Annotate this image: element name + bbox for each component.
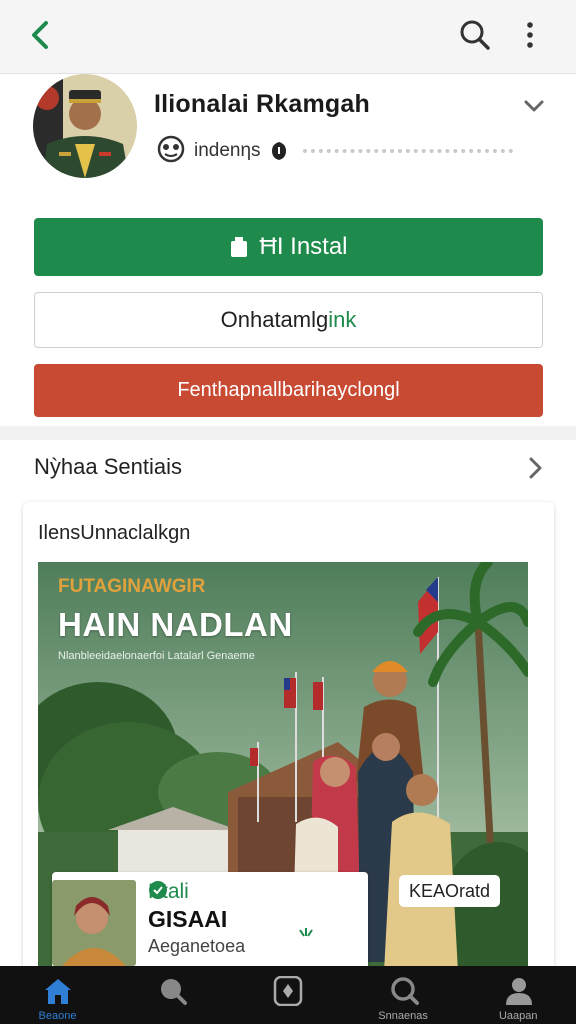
- nav-item-search[interactable]: [115, 966, 230, 1024]
- secondary-action-button[interactable]: Onhatamlg ink: [34, 292, 543, 348]
- overlay-title: GISAAI: [148, 906, 228, 932]
- banner-headline: HAIN NADLAN: [58, 606, 293, 643]
- featured-section: Nỳhaa Sentiais IlensUnnaclalkgn FUTAGINA…: [0, 440, 576, 972]
- banner-image[interactable]: FUTAGINAWGIR HAIN NADLAN Nlanbleeidaelon…: [38, 562, 528, 972]
- tertiary-action-label: Fenthapnallbarihayclongl: [177, 379, 400, 401]
- more-vertical-icon[interactable]: [518, 18, 542, 52]
- nav-label-profile: Uaapan: [498, 1010, 538, 1022]
- secondary-action-label-accent: ink: [328, 307, 357, 332]
- back-chevron-left-icon[interactable]: [26, 18, 56, 52]
- home-icon: [42, 976, 74, 1006]
- verified-check-icon: [149, 881, 215, 902]
- banner-subtitle: Nlanbleeidaelonaerfoi Latalarl Genaeme: [58, 650, 255, 662]
- overlay-info-card[interactable]: Ktali GISAAI Aeganetoea: [52, 872, 368, 972]
- app-profile-header: Ilionalai Rkamgah indenηs ĦI Instal Onha…: [0, 74, 576, 426]
- secondary-action-label: Onhatamlg: [220, 307, 329, 332]
- featured-card[interactable]: IlensUnnaclalkgn FUTAGINAWGIR HAIN NADLA…: [23, 502, 554, 972]
- avatar[interactable]: [33, 74, 137, 178]
- search-alt-icon: [388, 976, 420, 1006]
- overlay-thumbnail: [52, 880, 136, 966]
- section-heading[interactable]: Nỳhaa Sentiais: [34, 454, 182, 480]
- install-button[interactable]: ĦI Instal: [34, 218, 543, 276]
- shield-icon: [272, 975, 304, 1007]
- banner-kicker: FUTAGINAWGIR: [58, 576, 206, 597]
- nav-item-profile[interactable]: Uaapan: [461, 966, 576, 1024]
- app-title: Ilionalai Rkamgah: [154, 90, 370, 118]
- nav-label-home: Beaone: [38, 1010, 77, 1022]
- sparkle-icon: [296, 926, 318, 944]
- chevron-right-icon[interactable]: [522, 454, 548, 482]
- developer-handle[interactable]: indenηs: [194, 140, 261, 162]
- bottom-navigation: Beaone Snnaenas Uaapan: [0, 966, 576, 1024]
- nav-label-explore: Snnaenas: [378, 1010, 428, 1022]
- nav-item-home[interactable]: Beaone: [0, 966, 115, 1024]
- nav-item-explore[interactable]: Snnaenas: [346, 966, 461, 1024]
- chevron-down-icon[interactable]: [520, 92, 548, 120]
- banner-tag-chip[interactable]: KEAOratd: [399, 875, 501, 907]
- rating-placeholder: [302, 149, 513, 153]
- search-icon[interactable]: [458, 18, 492, 52]
- install-label: ĦI Instal: [259, 233, 348, 260]
- top-app-bar: [0, 0, 576, 74]
- overlay-name-row: Ktali: [148, 880, 215, 904]
- developer-row: indenηs: [156, 134, 513, 169]
- overlay-caption: Aeganetoea: [148, 936, 246, 956]
- card-title: IlensUnnaclalkgn: [38, 522, 191, 544]
- user-icon: [503, 976, 535, 1006]
- search-icon: [157, 976, 189, 1006]
- tertiary-action-button[interactable]: Fenthapnallbarihayclongl: [34, 364, 543, 417]
- verified-badge-icon: [269, 141, 289, 161]
- nav-item-shield[interactable]: [230, 966, 345, 1024]
- developer-logo-icon: [156, 134, 186, 169]
- install-icon: [229, 235, 251, 259]
